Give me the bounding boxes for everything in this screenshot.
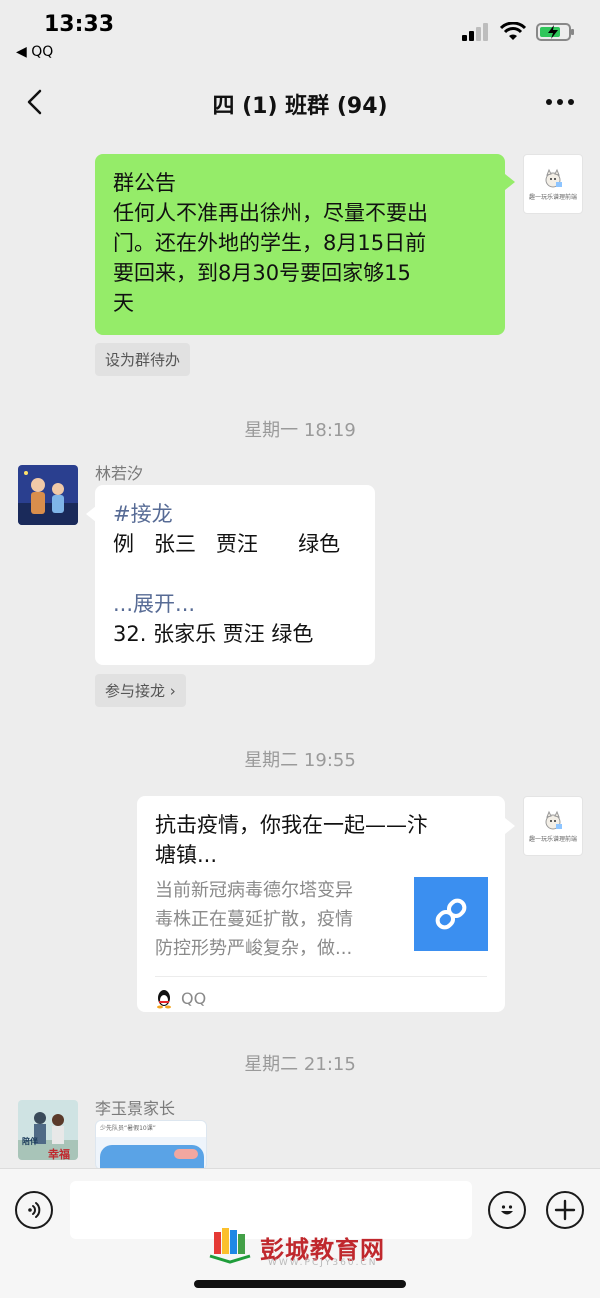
shared-mini-program-preview[interactable]: 少先队员“暑假10课” bbox=[95, 1120, 207, 1168]
link-card[interactable]: 抗击疫情，你我在一起——汴 塘镇... 当前新冠病毒德尔塔变异 毒株正在蔓延扩散… bbox=[137, 796, 505, 1012]
link-card-title: 塘镇... bbox=[155, 843, 218, 867]
back-to-app-link[interactable]: ◀ QQ bbox=[16, 44, 53, 60]
more-functions-button[interactable] bbox=[546, 1191, 584, 1229]
preview-caption: 少先队员“暑假10课” bbox=[96, 1121, 206, 1137]
status-time: 13:33 bbox=[44, 12, 115, 37]
more-dots-icon bbox=[546, 99, 574, 105]
my-avatar-caption: 趣一玩乐谱理前端 bbox=[528, 193, 577, 201]
nav-bar: 四 (1) 班群 (94) bbox=[0, 70, 600, 134]
voice-input-button[interactable] bbox=[15, 1191, 53, 1229]
link-thumbnail bbox=[414, 877, 488, 951]
link-card-source: QQ bbox=[155, 984, 206, 1014]
chat-title: 四 (1) 班群 (94) bbox=[212, 94, 388, 119]
link-card-divider bbox=[155, 976, 487, 977]
signal-icon bbox=[462, 23, 488, 41]
status-icons bbox=[462, 22, 576, 42]
watermark-url: WWW.PCJY360.CN bbox=[268, 1258, 378, 1268]
link-card-source-label: QQ bbox=[181, 989, 207, 1008]
my-avatar[interactable]: 趣一玩乐谱理前端 bbox=[523, 796, 583, 856]
solitaire-tag[interactable]: #接龙 bbox=[113, 499, 357, 529]
my-avatar[interactable]: 趣一玩乐谱理前端 bbox=[523, 154, 583, 214]
time-separator: 星期二 19:55 bbox=[244, 750, 356, 771]
sender-avatar-linruoxi[interactable] bbox=[18, 465, 78, 525]
wifi-icon bbox=[500, 22, 526, 40]
plus-icon bbox=[554, 1199, 576, 1221]
battery-icon bbox=[536, 23, 574, 41]
voice-icon bbox=[28, 1202, 41, 1218]
cartoon-cat-icon bbox=[545, 168, 562, 187]
status-bar: 13:33 ◀ QQ bbox=[0, 0, 600, 70]
preview-button bbox=[174, 1149, 198, 1159]
solitaire-example-line: 例 张三 贾汪 绿色 bbox=[113, 532, 341, 556]
set-group-todo-button[interactable]: 设为群待办 bbox=[95, 343, 191, 376]
announcement-line: 任何人不准再出徐州，尽量不要出 bbox=[113, 201, 428, 225]
announcement-bubble[interactable]: 群公告 任何人不准再出徐州，尽量不要出 门。还在外地的学生，8月15日前 要回来… bbox=[95, 154, 505, 335]
bubble-tail bbox=[505, 174, 515, 190]
link-card-description: 毒株正在蔓延扩散，疫情 bbox=[155, 909, 353, 930]
sender-avatar-liyujing[interactable]: 陪伴 幸福 bbox=[18, 1100, 78, 1160]
qq-penguin-icon bbox=[157, 990, 171, 1009]
link-card-description: 防控形势严峻复杂，做... bbox=[155, 938, 353, 959]
time-separator: 星期一 18:19 bbox=[244, 420, 356, 441]
announcement-heading: 群公告 bbox=[113, 171, 176, 195]
home-indicator[interactable] bbox=[194, 1280, 406, 1288]
join-solitaire-button[interactable]: 参与接龙 › bbox=[95, 674, 186, 707]
sender-name: 林若汐 bbox=[95, 464, 144, 483]
bubble-tail bbox=[505, 818, 515, 834]
chat-message-list[interactable]: 趣一玩乐谱理前端 群公告 任何人不准再出徐州，尽量不要出 门。还在外地的学生，8… bbox=[0, 134, 600, 1168]
time-separator: 星期二 21:15 bbox=[244, 1054, 356, 1075]
solitaire-entry-line: 32. 张家乐 贾汪 绿色 bbox=[113, 622, 314, 646]
my-avatar-caption: 趣一玩乐谱理前端 bbox=[528, 835, 577, 843]
announcement-line: 天 bbox=[113, 291, 134, 315]
emoji-button[interactable] bbox=[488, 1191, 526, 1229]
sender-name: 李玉景家长 bbox=[95, 1099, 176, 1118]
announcement-line: 要回来，到8月30号要回家够15 bbox=[113, 261, 411, 285]
link-card-title: 抗击疫情，你我在一起——汴 bbox=[155, 813, 428, 837]
book-logo-icon bbox=[209, 1228, 251, 1264]
children-photo-avatar bbox=[18, 465, 78, 525]
smiley-icon bbox=[501, 1205, 513, 1215]
link-chain-icon bbox=[435, 898, 467, 930]
announcement-line: 门。还在外地的学生，8月15日前 bbox=[113, 231, 427, 255]
solitaire-bubble[interactable]: #接龙 例 张三 贾汪 绿色 ...展开... 32. 张家乐 贾汪 绿色 bbox=[95, 485, 375, 665]
more-options-button[interactable] bbox=[540, 84, 580, 120]
avatar-caption: 幸福 bbox=[48, 1148, 70, 1160]
avatar-caption: 陪伴 bbox=[22, 1137, 38, 1146]
expand-link[interactable]: ...展开... bbox=[113, 589, 357, 619]
link-card-description: 当前新冠病毒德尔塔变异 bbox=[155, 880, 353, 901]
cartoon-cat-icon bbox=[545, 810, 562, 829]
